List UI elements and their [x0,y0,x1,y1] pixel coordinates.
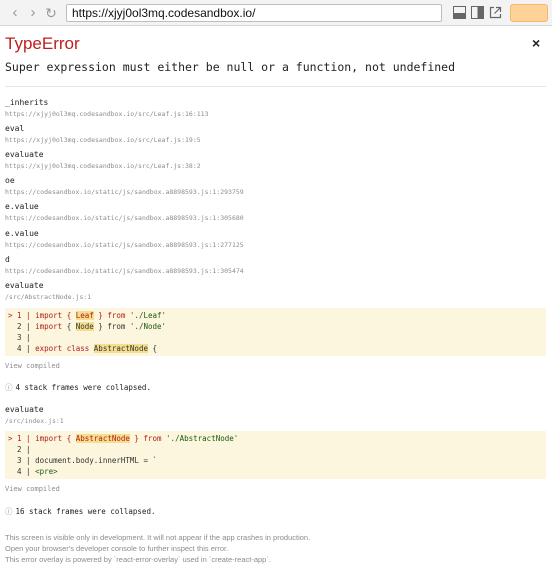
stack-frame-name: d [5,255,10,264]
code-line: 4 | <pre> [17,467,58,476]
stack-frame-name: evaluate [5,150,44,159]
chevron-left-icon[interactable]: ‹ [8,5,22,21]
chevron-right-icon[interactable]: › [26,5,40,21]
stack-frame-location: https://xjyj0ol3mq.codesandbox.io/src/Le… [5,110,209,118]
stack-frame-name: _inherits [5,98,49,107]
stack-frame-location: /src/index.js:1 [5,417,64,425]
stack-frame-name: eval [5,124,25,133]
code-snippet: > 1 | import { AbstractNode } from './Ab… [5,431,546,479]
reload-icon[interactable]: ↻ [44,5,58,21]
stack-frame-location: https://codesandbox.io/static/js/sandbox… [5,188,244,196]
stack-frame-location: https://codesandbox.io/static/js/sandbox… [5,267,244,275]
error-message: Super expression must either be null or … [5,60,456,74]
code-line: 4 | export class AbstractNode { [17,344,158,353]
stack-frame-location: https://xjyj0ol3mq.codesandbox.io/src/Le… [5,136,201,144]
code-line: > 1 | import { AbstractNode } from './Ab… [8,434,239,443]
view-compiled-link[interactable]: View compiled [5,485,60,493]
stack-frame-location: https://codesandbox.io/static/js/sandbox… [5,241,244,249]
browser-toolbar: ‹ › ↻ https://xjyj0ol3mq.codesandbox.io/ [0,0,552,26]
stack-frame-name: oe [5,176,15,185]
code-line: 3 | [17,333,31,342]
open-external-icon[interactable] [489,6,502,19]
address-bar[interactable]: https://xjyj0ol3mq.codesandbox.io/ [66,4,442,22]
footer-note: Open your browser's developer console to… [5,544,229,553]
split-view-icon[interactable] [471,6,484,19]
circled-info-icon: ⓘ [5,507,13,516]
stack-frame-name: e.value [5,202,39,211]
code-line: 2 | [17,445,31,454]
stack-frame-name: e.value [5,229,39,238]
stack-frame-location: https://xjyj0ol3mq.codesandbox.io/src/Le… [5,162,201,170]
error-title: TypeError [5,34,80,53]
circled-info-icon: ⓘ [5,383,13,392]
footer-note: This screen is visible only in developme… [5,533,311,542]
close-button[interactable]: × [532,35,540,51]
stack-frame-location: https://codesandbox.io/static/js/sandbox… [5,214,244,222]
code-line: 2 | import { Node } from './Node' [17,322,167,331]
code-line: > 1 | import { Leaf } from './Leaf' [8,311,167,320]
code-line: 3 | document.body.innerHTML = ` [17,456,158,465]
error-overlay: TypeError × Super expression must either… [0,26,552,566]
collapsed-frames-toggle[interactable]: ⓘ 16 stack frames were collapsed. [5,506,155,517]
stack-frame-name: evaluate [5,405,44,414]
preview-toggle[interactable] [510,4,548,22]
console-panel-icon[interactable] [453,6,466,19]
collapsed-frames-toggle[interactable]: ⓘ 4 stack frames were collapsed. [5,382,151,393]
stack-frame-location: /src/AbstractNode.js:1 [5,293,92,301]
view-compiled-link[interactable]: View compiled [5,362,60,370]
code-snippet: > 1 | import { Leaf } from './Leaf' 2 | … [5,308,546,356]
footer-note: This error overlay is powered by `react-… [5,555,271,564]
divider [5,86,546,87]
stack-frame-name: evaluate [5,281,44,290]
